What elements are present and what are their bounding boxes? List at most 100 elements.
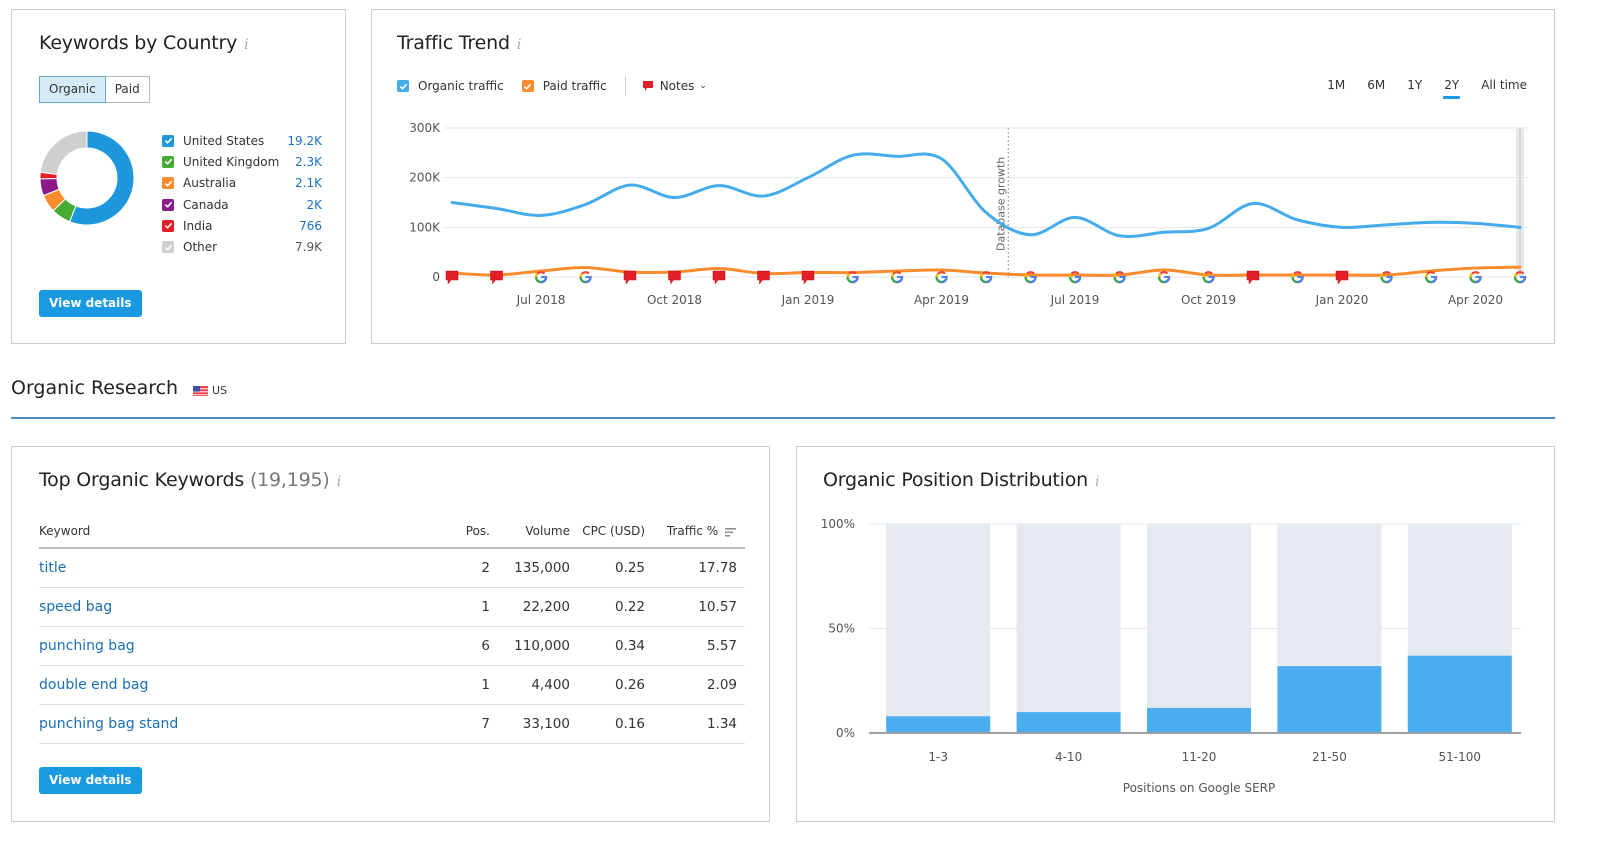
checkbox-icon[interactable]: [162, 219, 174, 232]
legend-country-value[interactable]: 2K: [306, 198, 322, 212]
legend-item[interactable]: United Kingdom 2.3K: [162, 151, 322, 172]
annotation-label: Database growth: [994, 157, 1007, 251]
bar-11-20[interactable]: [1147, 707, 1251, 732]
cell-volume: 110,000: [498, 626, 578, 666]
info-icon[interactable]: i: [1095, 474, 1099, 490]
legend-country-name: United Kingdom: [183, 154, 280, 169]
top-organic-keywords-title: Top Organic Keywords (19,195) i: [39, 469, 341, 491]
note-marker-icon[interactable]: [490, 270, 503, 285]
cell-keyword: speed bag: [39, 587, 438, 627]
table-row: punching bag 6 110,000 0.34 5.57: [39, 626, 745, 666]
paid-traffic-label: Paid traffic: [542, 79, 607, 93]
cell-pos: 7: [438, 704, 498, 744]
cell-traffic: 1.34: [653, 704, 745, 744]
donut-slice-other[interactable]: [39, 130, 88, 175]
col-cpc[interactable]: CPC (USD): [578, 515, 653, 549]
bar-background: [1016, 524, 1121, 732]
range-1m[interactable]: 1M: [1327, 76, 1345, 94]
position-distribution-chart: 0% 50% 100% 1-3 4-10 11-20 21-50 51-100 Position…: [821, 517, 1521, 795]
bar-21-50[interactable]: [1277, 666, 1382, 732]
cell-traffic: 2.09: [653, 665, 745, 705]
legend-item[interactable]: India 766: [162, 215, 322, 236]
tab-organic[interactable]: Organic: [39, 76, 106, 103]
cell-volume: 4,400: [498, 665, 578, 705]
range-6m[interactable]: 6M: [1367, 76, 1385, 94]
legend-country-value[interactable]: 19.2K: [287, 134, 322, 148]
checkbox-icon[interactable]: [162, 177, 174, 190]
x-tick-label: Jan 2020: [1315, 293, 1369, 307]
range-2y[interactable]: 2Y: [1443, 76, 1461, 99]
card-title-text: Top Organic Keywords: [39, 469, 245, 491]
keyword-link[interactable]: title: [39, 560, 66, 576]
col-pos[interactable]: Pos.: [438, 515, 498, 549]
info-icon[interactable]: i: [244, 37, 248, 53]
checkbox-icon[interactable]: [397, 80, 409, 92]
country-selector[interactable]: US: [193, 384, 227, 397]
cell-volume: 22,200: [498, 587, 578, 627]
sort-icon[interactable]: [725, 527, 737, 537]
organic-position-distribution-card: Organic Position Distribution i 0% 50% 100%…: [796, 446, 1555, 822]
organic-traffic-line[interactable]: [450, 152, 1522, 238]
tab-paid[interactable]: Paid: [105, 76, 150, 103]
note-marker-icon[interactable]: [1335, 270, 1349, 285]
note-marker-icon[interactable]: [445, 270, 459, 285]
organic-research-title: Organic Research: [11, 377, 179, 399]
legend-country-value[interactable]: 2.3K: [295, 155, 322, 169]
x-tick-label: 51-100: [1439, 750, 1482, 764]
country-legend: United States 19.2K United Kingdom 2.3K Aust…: [162, 130, 322, 258]
cell-pos: 2: [438, 548, 498, 588]
info-icon[interactable]: i: [517, 37, 521, 53]
legend-country-value[interactable]: 2.1K: [295, 176, 322, 190]
keywords-by-country-title: Keywords by Country i: [39, 32, 249, 54]
range-1y[interactable]: 1Y: [1407, 76, 1422, 94]
checkbox-icon[interactable]: [162, 134, 174, 147]
top-organic-keywords-card: Top Organic Keywords (19,195) i Keyword P…: [11, 446, 770, 822]
cell-pos: 1: [438, 665, 498, 705]
legend-item[interactable]: United States 19.2K: [162, 130, 322, 151]
keyword-link[interactable]: punching bag stand: [39, 716, 178, 732]
legend-item[interactable]: Canada 2K: [162, 194, 322, 215]
note-marker-icon[interactable]: [623, 270, 637, 285]
notes-dropdown[interactable]: Notes ⌄: [642, 79, 707, 93]
keyword-link[interactable]: punching bag: [39, 638, 135, 654]
legend-item[interactable]: Other 7.9K: [162, 236, 322, 257]
note-marker-icon[interactable]: [801, 270, 815, 285]
info-icon[interactable]: i: [337, 474, 341, 490]
checkbox-icon[interactable]: [162, 241, 174, 254]
paid-traffic-toggle[interactable]: Paid traffic: [521, 79, 607, 93]
col-volume[interactable]: Volume: [498, 515, 578, 549]
table-row: speed bag 1 22,200 0.22 10.57: [39, 587, 745, 627]
keyword-link[interactable]: double end bag: [39, 677, 148, 693]
cell-cpc: 0.26: [578, 665, 653, 705]
view-details-button[interactable]: View details: [39, 767, 142, 794]
cell-cpc: 0.34: [578, 626, 653, 666]
bar-51-100[interactable]: [1407, 655, 1512, 732]
checkbox-icon[interactable]: [162, 155, 174, 168]
col-traffic[interactable]: Traffic %: [653, 515, 745, 549]
keyword-link[interactable]: speed bag: [39, 599, 112, 615]
note-marker-icon[interactable]: [668, 270, 681, 285]
legend-country-value[interactable]: 766: [299, 219, 322, 233]
card-title-text: Traffic Trend: [397, 32, 510, 54]
cell-keyword: double end bag: [39, 665, 438, 705]
legend-country-name: India: [183, 218, 213, 233]
checkbox-icon[interactable]: [162, 198, 174, 211]
bar-4-10[interactable]: [1016, 712, 1121, 732]
organic-traffic-toggle[interactable]: Organic traffic: [397, 79, 504, 93]
legend-item[interactable]: Australia 2.1K: [162, 173, 322, 194]
range-all-time[interactable]: All time: [1481, 76, 1527, 94]
y-tick-label: 100K: [409, 220, 441, 234]
note-marker-icon[interactable]: [712, 270, 726, 285]
time-range-selector: 1M 6M 1Y 2Y All time: [1305, 76, 1527, 99]
col-keyword[interactable]: Keyword: [39, 515, 438, 549]
us-flag-icon: [193, 385, 208, 396]
checkbox-icon[interactable]: [521, 80, 534, 92]
note-marker-icon[interactable]: [757, 270, 770, 285]
bar-1-3[interactable]: [886, 716, 991, 732]
view-details-button[interactable]: View details: [39, 290, 142, 317]
traffic-trend-chart: 0 100K 200K 300K Jul 2018 Oct 2018 Jan 2019 Apr…: [409, 121, 1528, 307]
traffic-trend-title: Traffic Trend i: [397, 32, 521, 54]
x-tick-label: Oct 2018: [647, 293, 702, 307]
organic-traffic-label: Organic traffic: [418, 79, 504, 93]
note-marker-icon[interactable]: [1246, 270, 1260, 285]
